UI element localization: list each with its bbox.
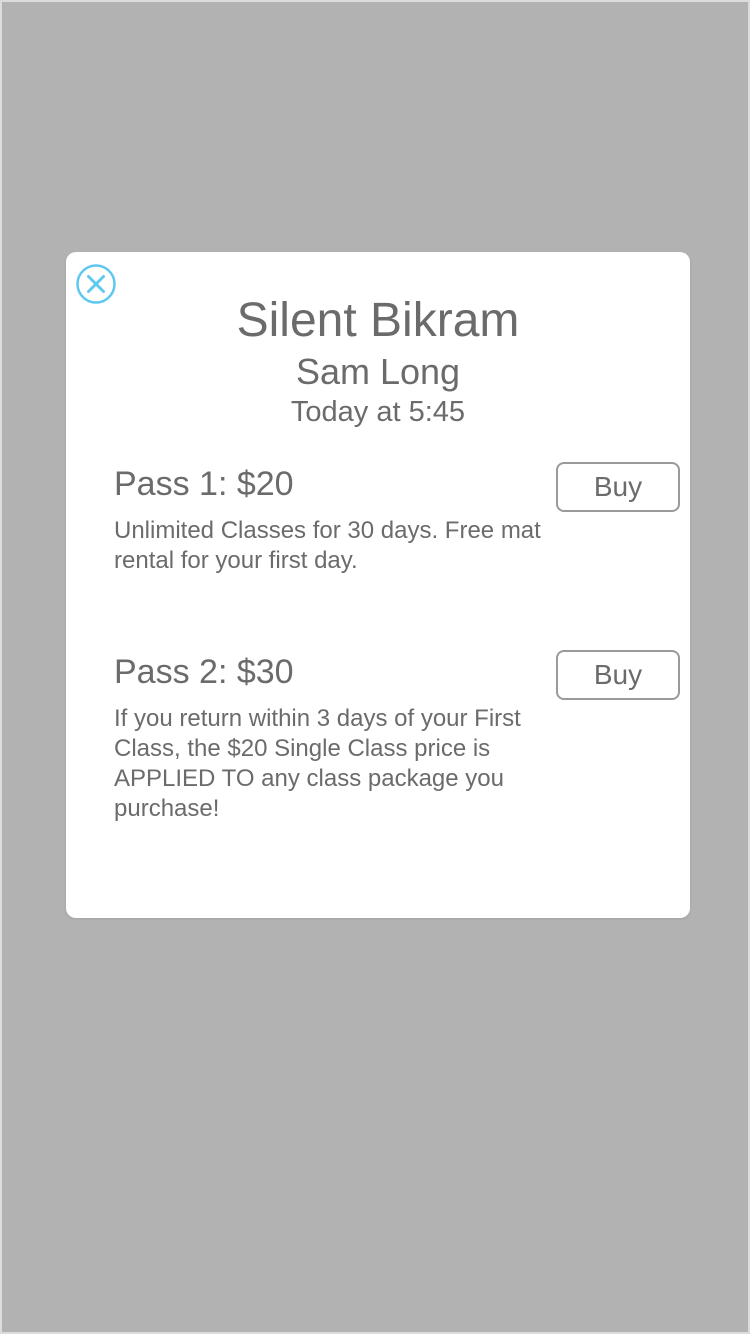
buy-pass-2-button[interactable]: Buy — [556, 650, 680, 700]
class-pass-modal: Silent Bikram Sam Long Today at 5:45 Pas… — [66, 252, 690, 918]
buy-pass-1-button[interactable]: Buy — [556, 462, 680, 512]
pass-description: If you return within 3 days of your Firs… — [114, 705, 521, 822]
screen-overlay: Silent Bikram Sam Long Today at 5:45 Pas… — [0, 0, 750, 1334]
class-title: Silent Bikram — [236, 294, 520, 347]
pass-option-2: Pass 2: $30 If you return within 3 days … — [114, 650, 680, 824]
instructor-name: Sam Long — [295, 351, 461, 392]
pass-description: Unlimited Classes for 30 days. Free mat … — [114, 517, 541, 574]
pass-option-1: Pass 1: $20 Unlimited Classes for 30 day… — [114, 462, 680, 576]
class-time: Today at 5:45 — [290, 396, 466, 428]
